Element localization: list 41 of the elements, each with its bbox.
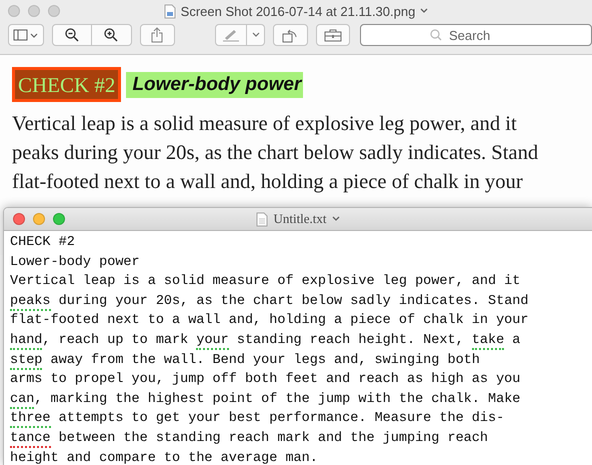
- search-field[interactable]: Search: [360, 24, 592, 46]
- markup-button[interactable]: [215, 24, 247, 46]
- image-file-icon: [164, 4, 176, 18]
- text-line: hand, reach up to mark your standing reach height. Next, take a: [10, 332, 522, 351]
- rotate-icon: [282, 27, 298, 43]
- chevron-icon[interactable]: [332, 216, 340, 222]
- document-icon: [256, 212, 268, 226]
- text-line: Vertical leap is a solid measure of explosive leg power, and it: [12, 112, 518, 137]
- text-line: Vertical leap is a solid measure of explosive leg power, and it: [10, 273, 522, 292]
- zoom-out-button[interactable]: [52, 24, 92, 46]
- text-line: tance between the standing reach mark and the jumping reach: [10, 430, 489, 449]
- zoom-in-icon: [104, 28, 118, 42]
- text-line: flat-footed next to a wall and, holding a piece of chalk in your: [12, 170, 524, 195]
- dropdown-button[interactable]: [247, 24, 265, 46]
- text-line: can, marking the highest point of the jump with the chalk. Make: [10, 390, 522, 410]
- heading-badge: CHECK #2: [12, 67, 122, 102]
- zoom-in-button[interactable]: [92, 24, 132, 46]
- pen-icon: [222, 28, 240, 42]
- text-line: arms to propel you, jump off both feet and reach as high as you: [10, 371, 522, 390]
- text-line: flat-footed next to a wall and, holding a piece of chalk in your: [10, 312, 530, 330]
- zoom-out-icon: [64, 28, 78, 42]
- window-title: Untitle.txt: [273, 211, 327, 227]
- share-button[interactable]: [140, 24, 175, 46]
- sidebar-button[interactable]: [8, 24, 44, 46]
- text-line: Lower-body power: [10, 254, 141, 272]
- window-title: Screen Shot 2016-07-14 at 21.11.30.png: [180, 4, 416, 18]
- text-line: step away from the wall. Bend your legs and, swinging both: [10, 352, 481, 370]
- rotate-button[interactable]: [273, 24, 308, 46]
- toolbox-icon: [324, 28, 342, 42]
- chevron-icon[interactable]: [420, 8, 428, 14]
- chevron-icon: [252, 32, 260, 38]
- heading-title: Lower-body power: [126, 72, 304, 98]
- sidebar-icon: [12, 29, 39, 41]
- text-line: peaks during your 20s, as the chart below sadly indicates. Stand: [10, 292, 530, 312]
- text-line: three attempts to get your best performance. Measure the dis-: [10, 410, 506, 429]
- text-line: height and compare to the average man.: [10, 450, 319, 465]
- text-line: peaks during your 20s, as the chart below sadly indicates. Stand: [12, 141, 540, 166]
- toolbox-button[interactable]: [316, 24, 350, 46]
- text-line: CHECK #2: [10, 234, 76, 252]
- share-icon: [151, 27, 164, 43]
- search-icon: [430, 29, 442, 41]
